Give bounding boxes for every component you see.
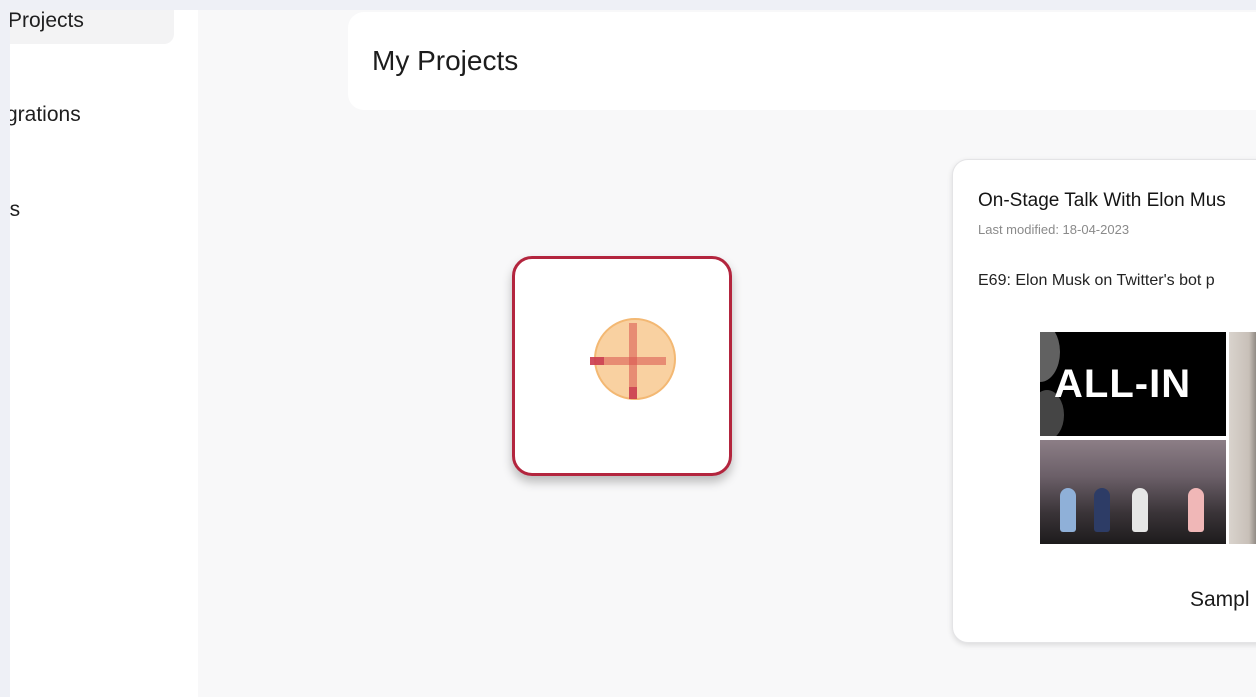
app-frame: Projects grations ns My Projects On-Stag… — [10, 10, 1256, 697]
project-title: On-Stage Talk With Elon Mus — [978, 190, 1226, 211]
thumbnail-stage-photo — [1040, 440, 1226, 544]
sidebar-item-projects[interactable]: Projects — [10, 10, 174, 44]
project-description: E69: Elon Musk on Twitter's bot p — [978, 272, 1215, 289]
page-title: My Projects — [372, 45, 519, 76]
sidebar-item-plans[interactable]: ns — [10, 187, 174, 233]
project-thumbnail: ALL-IN — [1040, 332, 1256, 544]
new-project-button[interactable] — [512, 256, 732, 476]
thumbnail-side-photo — [1229, 332, 1256, 544]
project-card[interactable]: On-Stage Talk With Elon Mus Last modifie… — [952, 159, 1256, 643]
sidebar-item-label: ns — [10, 198, 21, 221]
sidebar-item-label: Projects — [10, 10, 84, 32]
project-last-modified: Last modified: 18-04-2023 — [978, 222, 1130, 237]
project-tag: Sampl — [1190, 588, 1250, 611]
page-header: My Projects — [348, 12, 1256, 110]
sidebar-item-label: grations — [10, 103, 81, 126]
thumbnail-logo-text: ALL-IN — [1054, 362, 1192, 406]
sidebar-item-integrations[interactable]: grations — [10, 92, 174, 138]
plus-circle-icon — [590, 318, 676, 400]
thumbnail-logo-panel: ALL-IN — [1040, 332, 1226, 436]
sidebar: Projects grations ns — [10, 10, 198, 697]
